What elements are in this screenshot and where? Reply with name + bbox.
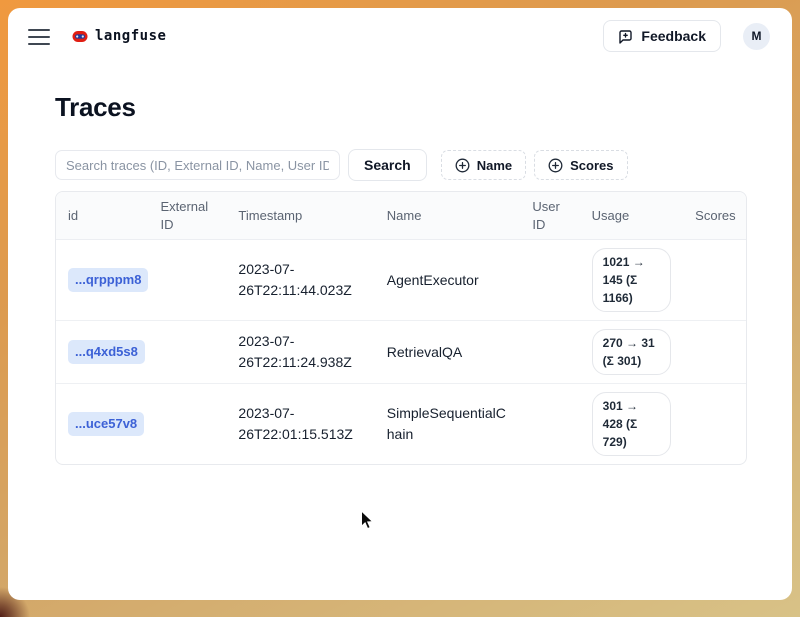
table-header: id External ID Timestamp Name User ID Us… — [56, 192, 746, 240]
main-content: Traces Search Name Scores — [8, 64, 792, 465]
cell-timestamp: 2023-07-26T22:01:15.513Z — [226, 384, 374, 465]
cell-scores — [683, 384, 746, 465]
column-header-user-id: User ID — [520, 192, 579, 240]
filter-name-label: Name — [477, 158, 512, 173]
avatar[interactable]: M — [743, 23, 770, 50]
column-header-timestamp: Timestamp — [226, 192, 374, 240]
cell-user-id — [520, 240, 579, 321]
usage-badge: 1021 → 145 (Σ 1166) — [592, 248, 672, 312]
desktop-background: { "topbar": { "brand": "langfuse", "feed… — [0, 0, 800, 617]
langfuse-logo-icon — [72, 30, 88, 43]
cell-name: AgentExecutor — [375, 240, 521, 321]
column-header-external-id: External ID — [148, 192, 226, 240]
plus-circle-icon — [548, 158, 563, 173]
plus-circle-icon — [455, 158, 470, 173]
column-header-name: Name — [375, 192, 521, 240]
page-title: Traces — [55, 92, 747, 123]
cell-timestamp: 2023-07-26T22:11:24.938Z — [226, 321, 374, 384]
filter-button-name[interactable]: Name — [441, 150, 526, 180]
top-bar: langfuse Feedback M — [8, 8, 792, 64]
search-button[interactable]: Search — [348, 149, 427, 181]
feedback-label: Feedback — [641, 28, 706, 44]
cell-timestamp: 2023-07-26T22:11:44.023Z — [226, 240, 374, 321]
cell-external-id — [148, 240, 226, 321]
cell-name: RetrievalQA — [375, 321, 521, 384]
brand[interactable]: langfuse — [72, 28, 166, 44]
column-header-id: id — [56, 192, 148, 240]
filter-button-scores[interactable]: Scores — [534, 150, 627, 180]
search-input[interactable] — [55, 150, 340, 180]
cell-user-id — [520, 384, 579, 465]
column-header-usage: Usage — [580, 192, 684, 240]
table-row[interactable]: ...q4xd5s8 2023-07-26T22:11:24.938Z Retr… — [56, 321, 746, 384]
hamburger-menu-icon[interactable] — [28, 29, 50, 45]
cell-external-id — [148, 321, 226, 384]
app-window: langfuse Feedback M Traces Search Name — [8, 8, 792, 600]
usage-badge: 301 → 428 (Σ 729) — [592, 392, 672, 456]
feedback-message-plus-icon — [618, 29, 633, 44]
cell-user-id — [520, 321, 579, 384]
table-row[interactable]: ...qrpppm8 2023-07-26T22:11:44.023Z Agen… — [56, 240, 746, 321]
cell-scores — [683, 321, 746, 384]
table-row[interactable]: ...uce57v8 2023-07-26T22:01:15.513Z Simp… — [56, 384, 746, 465]
cell-external-id — [148, 384, 226, 465]
trace-id-link[interactable]: ...qrpppm8 — [68, 268, 148, 292]
trace-id-link[interactable]: ...q4xd5s8 — [68, 340, 145, 364]
column-header-scores: Scores — [683, 192, 746, 240]
feedback-button[interactable]: Feedback — [603, 20, 721, 52]
controls-row: Search Name Scores — [55, 149, 747, 181]
filter-scores-label: Scores — [570, 158, 613, 173]
avatar-initial: M — [752, 29, 762, 43]
trace-id-link[interactable]: ...uce57v8 — [68, 412, 144, 436]
brand-name: langfuse — [95, 28, 166, 44]
usage-badge: 270 → 31 (Σ 301) — [592, 329, 672, 375]
cell-name: SimpleSequentialChain — [375, 384, 521, 465]
cell-scores — [683, 240, 746, 321]
traces-table: id External ID Timestamp Name User ID Us… — [55, 191, 747, 465]
